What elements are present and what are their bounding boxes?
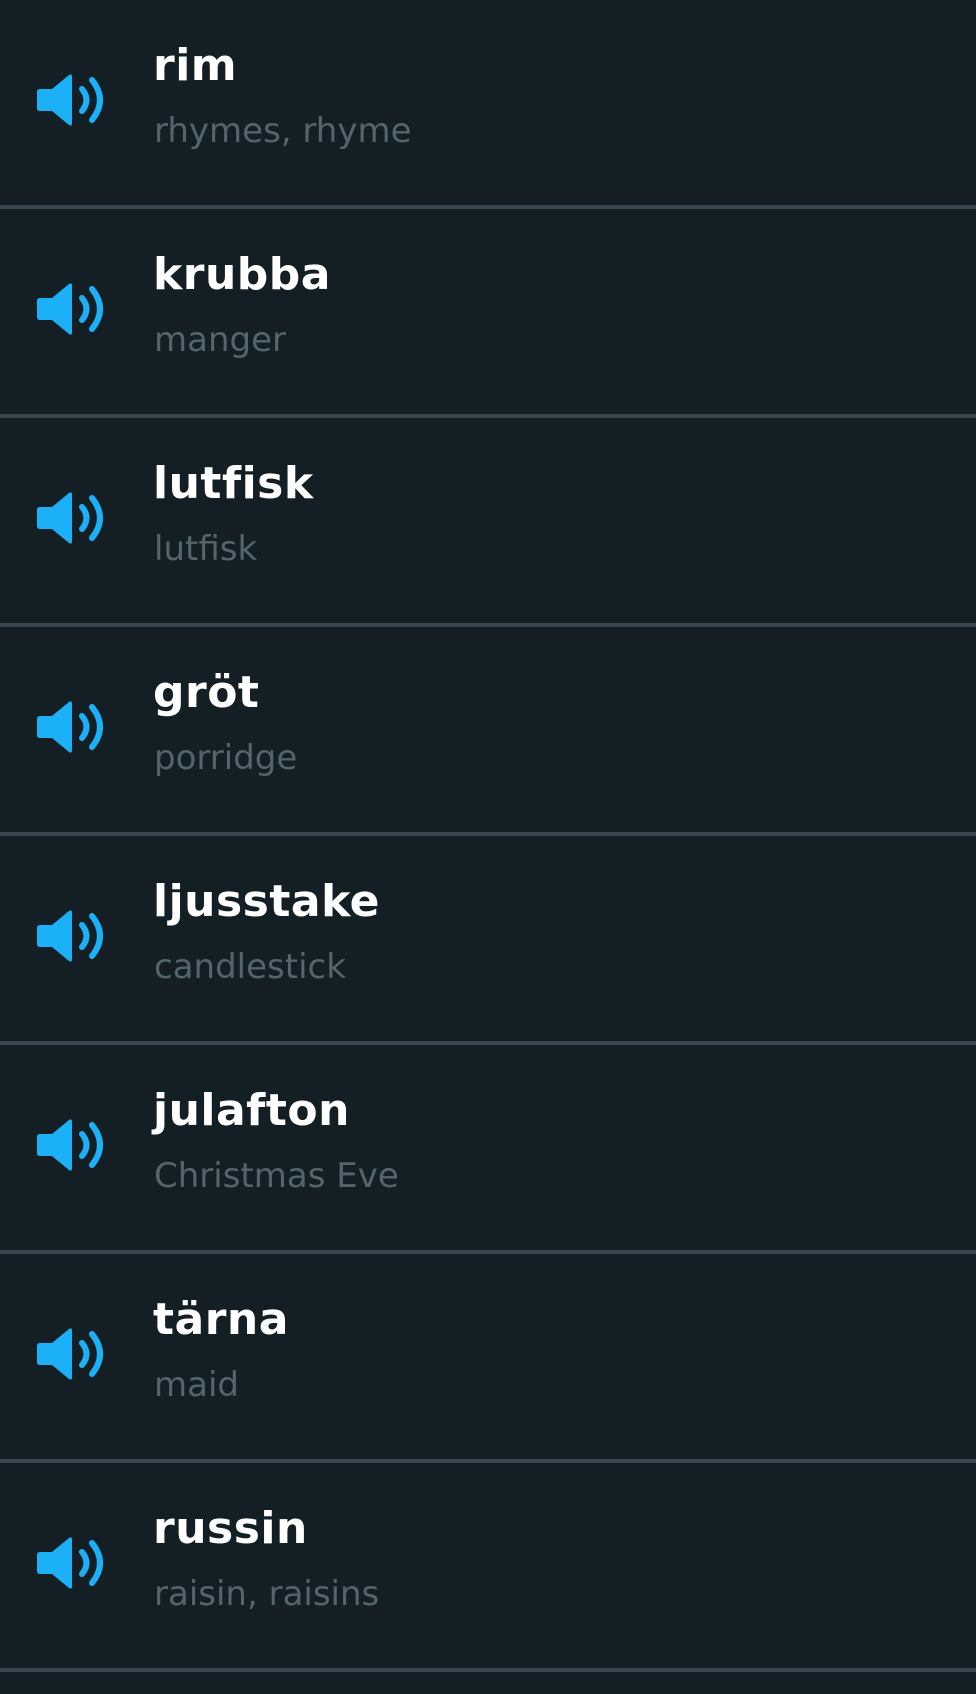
word-row-8: russin raisin, raisins bbox=[0, 1463, 976, 1672]
word-text: ljusstake bbox=[153, 876, 381, 927]
play-audio-button[interactable] bbox=[36, 1117, 112, 1173]
word-row-6: julafton Christmas Eve bbox=[0, 1045, 976, 1254]
play-audio-button[interactable] bbox=[36, 908, 112, 964]
translation-text: porridge bbox=[154, 738, 298, 778]
translation-text: Christmas Eve bbox=[154, 1156, 399, 1196]
play-audio-button[interactable] bbox=[36, 1535, 112, 1591]
translation-text: manger bbox=[154, 320, 286, 360]
play-audio-button[interactable] bbox=[36, 72, 112, 128]
play-audio-button[interactable] bbox=[36, 281, 112, 337]
speaker-icon bbox=[37, 74, 103, 126]
play-audio-button[interactable] bbox=[36, 490, 112, 546]
word-row-3: lutfisk lutfisk bbox=[0, 418, 976, 627]
speaker-icon bbox=[37, 1537, 103, 1589]
translation-text: rhymes, rhyme bbox=[154, 111, 412, 151]
speaker-icon bbox=[37, 701, 103, 753]
word-text: lutfisk bbox=[153, 458, 314, 509]
word-text: krubba bbox=[153, 249, 331, 300]
translation-text: lutfisk bbox=[154, 529, 258, 569]
translation-text: candlestick bbox=[154, 947, 346, 987]
translation-text: raisin, raisins bbox=[154, 1574, 380, 1614]
word-text: julafton bbox=[153, 1085, 350, 1136]
word-row-7: tärna maid bbox=[0, 1254, 976, 1463]
word-row-4: gröt porridge bbox=[0, 627, 976, 836]
play-audio-button[interactable] bbox=[36, 1326, 112, 1382]
speaker-icon bbox=[37, 492, 103, 544]
translation-text: maid bbox=[154, 1365, 239, 1405]
word-text: tärna bbox=[153, 1294, 289, 1345]
speaker-icon bbox=[37, 1119, 103, 1171]
word-text: russin bbox=[153, 1503, 308, 1554]
word-text: rim bbox=[153, 40, 238, 91]
word-row-5: ljusstake candlestick bbox=[0, 836, 976, 1045]
speaker-icon bbox=[37, 910, 103, 962]
speaker-icon bbox=[37, 283, 103, 335]
speaker-icon bbox=[37, 1328, 103, 1380]
word-text: gröt bbox=[153, 667, 260, 718]
word-row-1: rim rhymes, rhyme bbox=[0, 0, 976, 209]
play-audio-button[interactable] bbox=[36, 699, 112, 755]
word-row-2: krubba manger bbox=[0, 209, 976, 418]
word-list: rim rhymes, rhyme krubba manger lutfisk … bbox=[0, 0, 976, 1694]
